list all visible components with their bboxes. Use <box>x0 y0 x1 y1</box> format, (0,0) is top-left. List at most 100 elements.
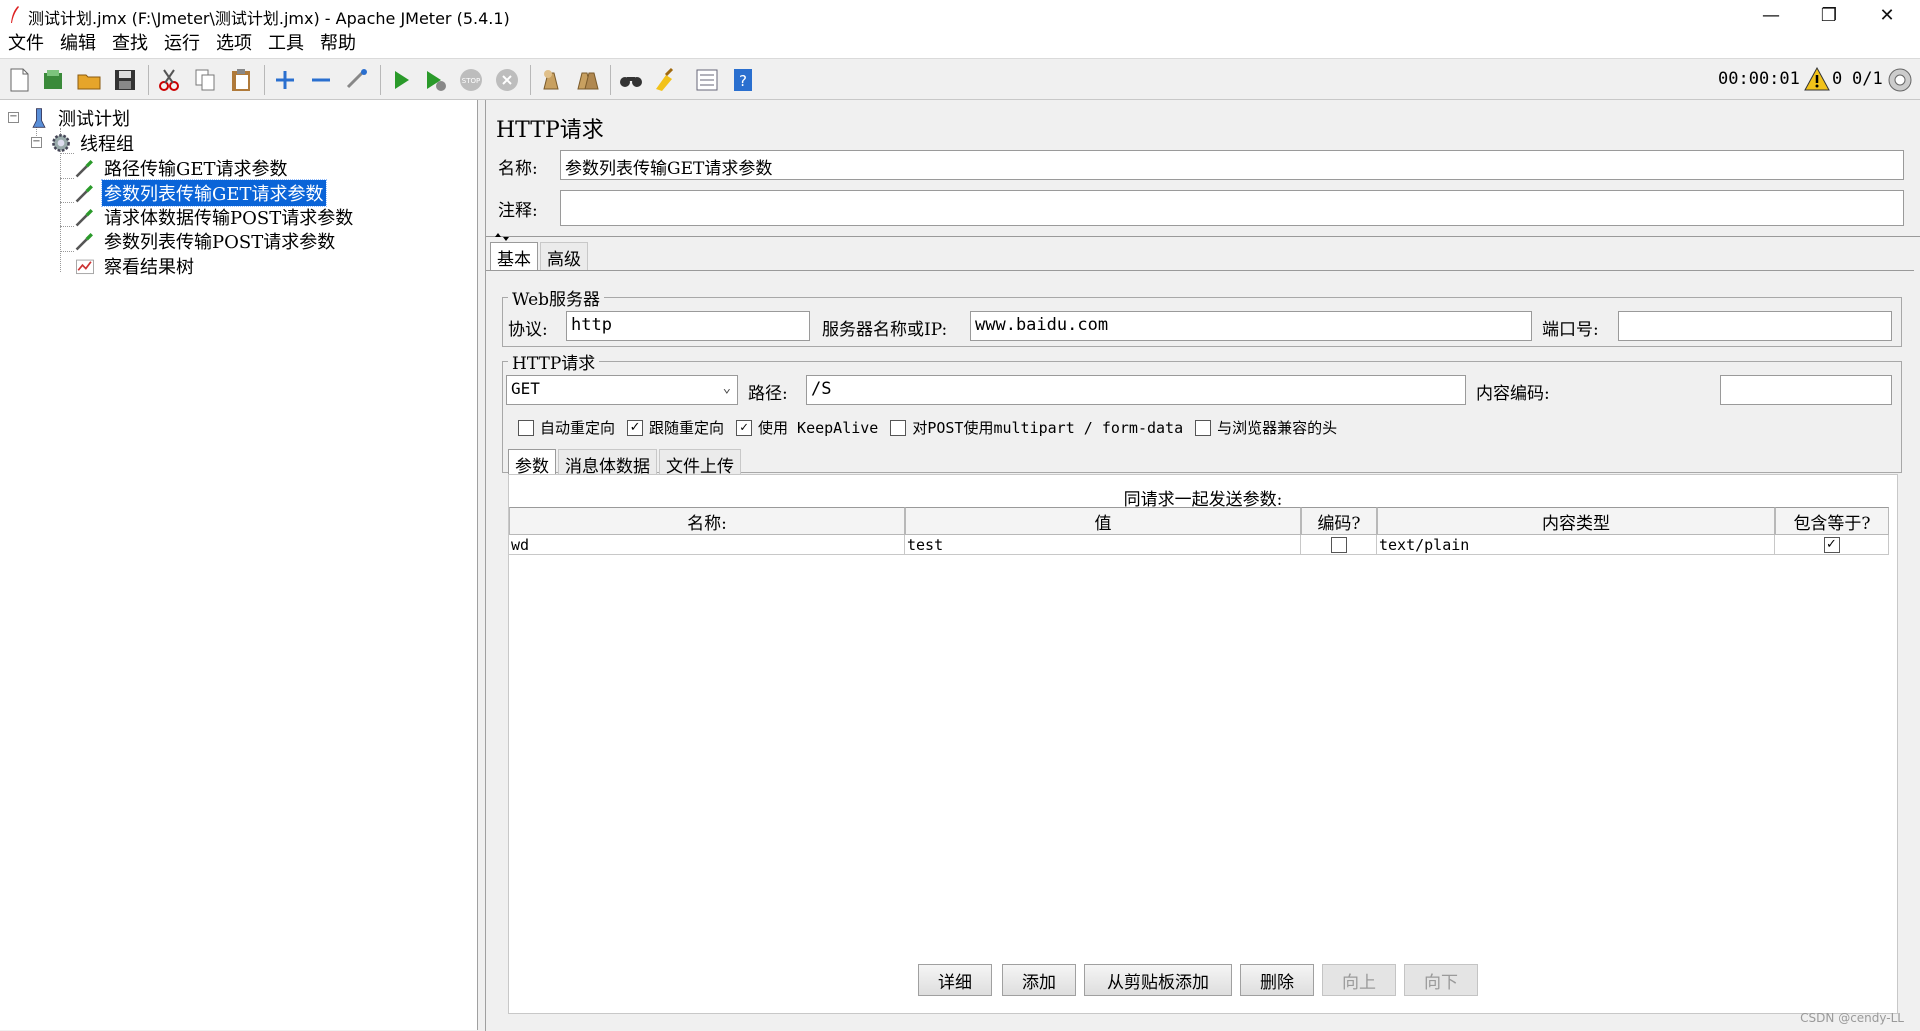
start-icon[interactable] <box>386 65 416 95</box>
keepalive-checkbox[interactable]: ✓ <box>736 419 753 436</box>
col-header-content-type[interactable]: 内容类型 <box>1377 507 1775 535</box>
menu-help[interactable]: 帮助 <box>312 30 364 58</box>
tab-basic[interactable]: 基本 <box>490 242 538 270</box>
col-header-name[interactable]: 名称: <box>509 507 905 535</box>
menu-options[interactable]: 选项 <box>208 30 260 58</box>
paste-icon[interactable] <box>226 65 256 95</box>
thread-group-collapse-toggle[interactable]: − <box>31 137 42 148</box>
shutdown-icon <box>492 65 522 95</box>
move-up-button: 向上 <box>1322 964 1396 996</box>
maximize-button[interactable]: ❐ <box>1800 0 1858 30</box>
col-header-include-equals[interactable]: 包含等于? <box>1775 507 1889 535</box>
close-button[interactable]: ✕ <box>1858 0 1916 30</box>
templates-icon[interactable] <box>38 65 68 95</box>
name-label: 名称: <box>498 159 538 179</box>
parameters-panel: 同请求一起发送参数: 名称: 值 编码? 内容类型 包含等于? wd test … <box>508 474 1898 1014</box>
header-divider <box>486 236 1920 237</box>
tree-node-sampler[interactable]: 请求体数据传输POST请求参数 <box>72 204 355 230</box>
menu-run[interactable]: 运行 <box>156 30 208 58</box>
clear-all-icon[interactable] <box>572 65 602 95</box>
tree-node-sampler[interactable]: 参数列表传输POST请求参数 <box>72 228 337 254</box>
tab-file-upload[interactable]: 文件上传 <box>659 449 741 477</box>
menu-search[interactable]: 查找 <box>104 30 156 58</box>
details-button[interactable]: 详细 <box>918 964 992 996</box>
name-field[interactable]: 参数列表传输GET请求参数 <box>560 150 1904 180</box>
save-icon[interactable] <box>110 65 140 95</box>
test-plan-tree: − 测试计划 − 线程组 路径传输GET请求参数 参数列表传输GET请求参数 请… <box>0 100 478 1030</box>
copy-icon[interactable] <box>190 65 220 95</box>
main-tabs: 基本 高级 <box>490 242 590 270</box>
tree-node-thread-group[interactable]: 线程组 <box>48 130 136 156</box>
add-from-clipboard-button[interactable]: 从剪贴板添加 <box>1084 964 1232 996</box>
function-helper-icon[interactable] <box>692 65 722 95</box>
panel-splitter[interactable] <box>478 100 486 1031</box>
col-header-value[interactable]: 值 <box>905 507 1301 535</box>
cell-encode[interactable] <box>1301 535 1377 555</box>
comment-field[interactable] <box>560 190 1904 226</box>
browser-headers-option[interactable]: 与浏览器兼容的头 <box>1195 417 1337 438</box>
web-server-group-title: Web服务器 <box>508 285 605 310</box>
start-no-pause-icon[interactable] <box>420 65 450 95</box>
collapse-arrows-icon[interactable] <box>494 232 510 242</box>
browser-headers-checkbox[interactable] <box>1195 419 1212 436</box>
menu-bar: 文件 编辑 查找 运行 选项 工具 帮助 <box>0 30 1920 58</box>
keepalive-option[interactable]: ✓ 使用 KeepAlive <box>736 417 878 438</box>
results-tree-icon <box>72 253 98 279</box>
root-collapse-toggle[interactable]: − <box>8 112 19 123</box>
gear-icon <box>48 130 74 156</box>
delete-button[interactable]: 删除 <box>1240 964 1314 996</box>
expand-icon[interactable] <box>270 65 300 95</box>
help-icon[interactable]: ? <box>728 65 758 95</box>
tree-node-listener[interactable]: 察看结果树 <box>72 253 196 279</box>
tree-node-sampler[interactable]: 路径传输GET请求参数 <box>72 155 290 181</box>
auto-redirect-checkbox[interactable] <box>518 419 534 436</box>
new-icon[interactable] <box>4 65 34 95</box>
port-label: 端口号: <box>1542 320 1599 340</box>
follow-redirect-checkbox[interactable]: ✓ <box>627 419 644 436</box>
warning-icon[interactable] <box>1804 67 1830 91</box>
request-options: 自动重定向 ✓ 跟随重定向 ✓ 使用 KeepAlive 对POST使用multip… <box>518 417 1349 438</box>
tab-parameters[interactable]: 参数 <box>508 449 556 477</box>
cell-param-name[interactable]: wd <box>509 535 905 555</box>
cell-content-type[interactable]: text/plain <box>1377 535 1775 555</box>
path-field[interactable]: /S <box>806 375 1466 405</box>
parameters-table: 名称: 值 编码? 内容类型 包含等于? wd test text/plain … <box>509 507 1889 555</box>
follow-redirect-option[interactable]: ✓ 跟随重定向 <box>627 417 724 438</box>
multipart-option[interactable]: 对POST使用multipart / form-data <box>890 417 1183 438</box>
cut-icon[interactable] <box>154 65 184 95</box>
search-icon[interactable] <box>616 65 646 95</box>
menu-tools[interactable]: 工具 <box>260 30 312 58</box>
method-select-value: GET <box>511 379 540 398</box>
port-field[interactable] <box>1618 311 1892 341</box>
cell-include-equals[interactable]: ✓ <box>1775 535 1889 555</box>
protocol-label: 协议: <box>508 320 548 340</box>
reset-search-icon[interactable] <box>650 65 680 95</box>
tab-body-data[interactable]: 消息体数据 <box>558 449 657 477</box>
warning-count: 0 <box>1832 69 1843 89</box>
multipart-checkbox[interactable] <box>890 419 907 436</box>
toggle-icon[interactable] <box>342 65 372 95</box>
cell-param-value[interactable]: test <box>905 535 1301 555</box>
move-down-button: 向下 <box>1404 964 1478 996</box>
collapse-icon[interactable] <box>306 65 336 95</box>
tree-node-test-plan[interactable]: 测试计划 <box>26 105 132 131</box>
tree-node-sampler-selected[interactable]: 参数列表传输GET请求参数 <box>72 179 327 207</box>
protocol-field[interactable]: http <box>566 311 810 341</box>
minimize-button[interactable]: — <box>1742 0 1800 30</box>
server-field[interactable]: www.baidu.com <box>970 311 1532 341</box>
open-icon[interactable] <box>74 65 104 95</box>
encode-checkbox[interactable] <box>1330 536 1347 553</box>
include-equals-checkbox[interactable]: ✓ <box>1823 536 1840 553</box>
col-header-encode[interactable]: 编码? <box>1301 507 1377 535</box>
method-select[interactable]: GET ⌄ <box>506 375 738 405</box>
status-indicator-icon <box>1888 68 1912 92</box>
menu-edit[interactable]: 编辑 <box>52 30 104 58</box>
menu-file[interactable]: 文件 <box>0 30 52 58</box>
table-row[interactable]: wd test text/plain ✓ <box>509 535 1889 555</box>
clear-icon[interactable] <box>536 65 566 95</box>
encoding-field[interactable] <box>1720 375 1892 405</box>
tab-advanced[interactable]: 高级 <box>540 242 588 270</box>
param-tabs: 参数 消息体数据 文件上传 <box>508 449 743 477</box>
auto-redirect-option[interactable]: 自动重定向 <box>518 417 615 438</box>
add-button[interactable]: 添加 <box>1002 964 1076 996</box>
